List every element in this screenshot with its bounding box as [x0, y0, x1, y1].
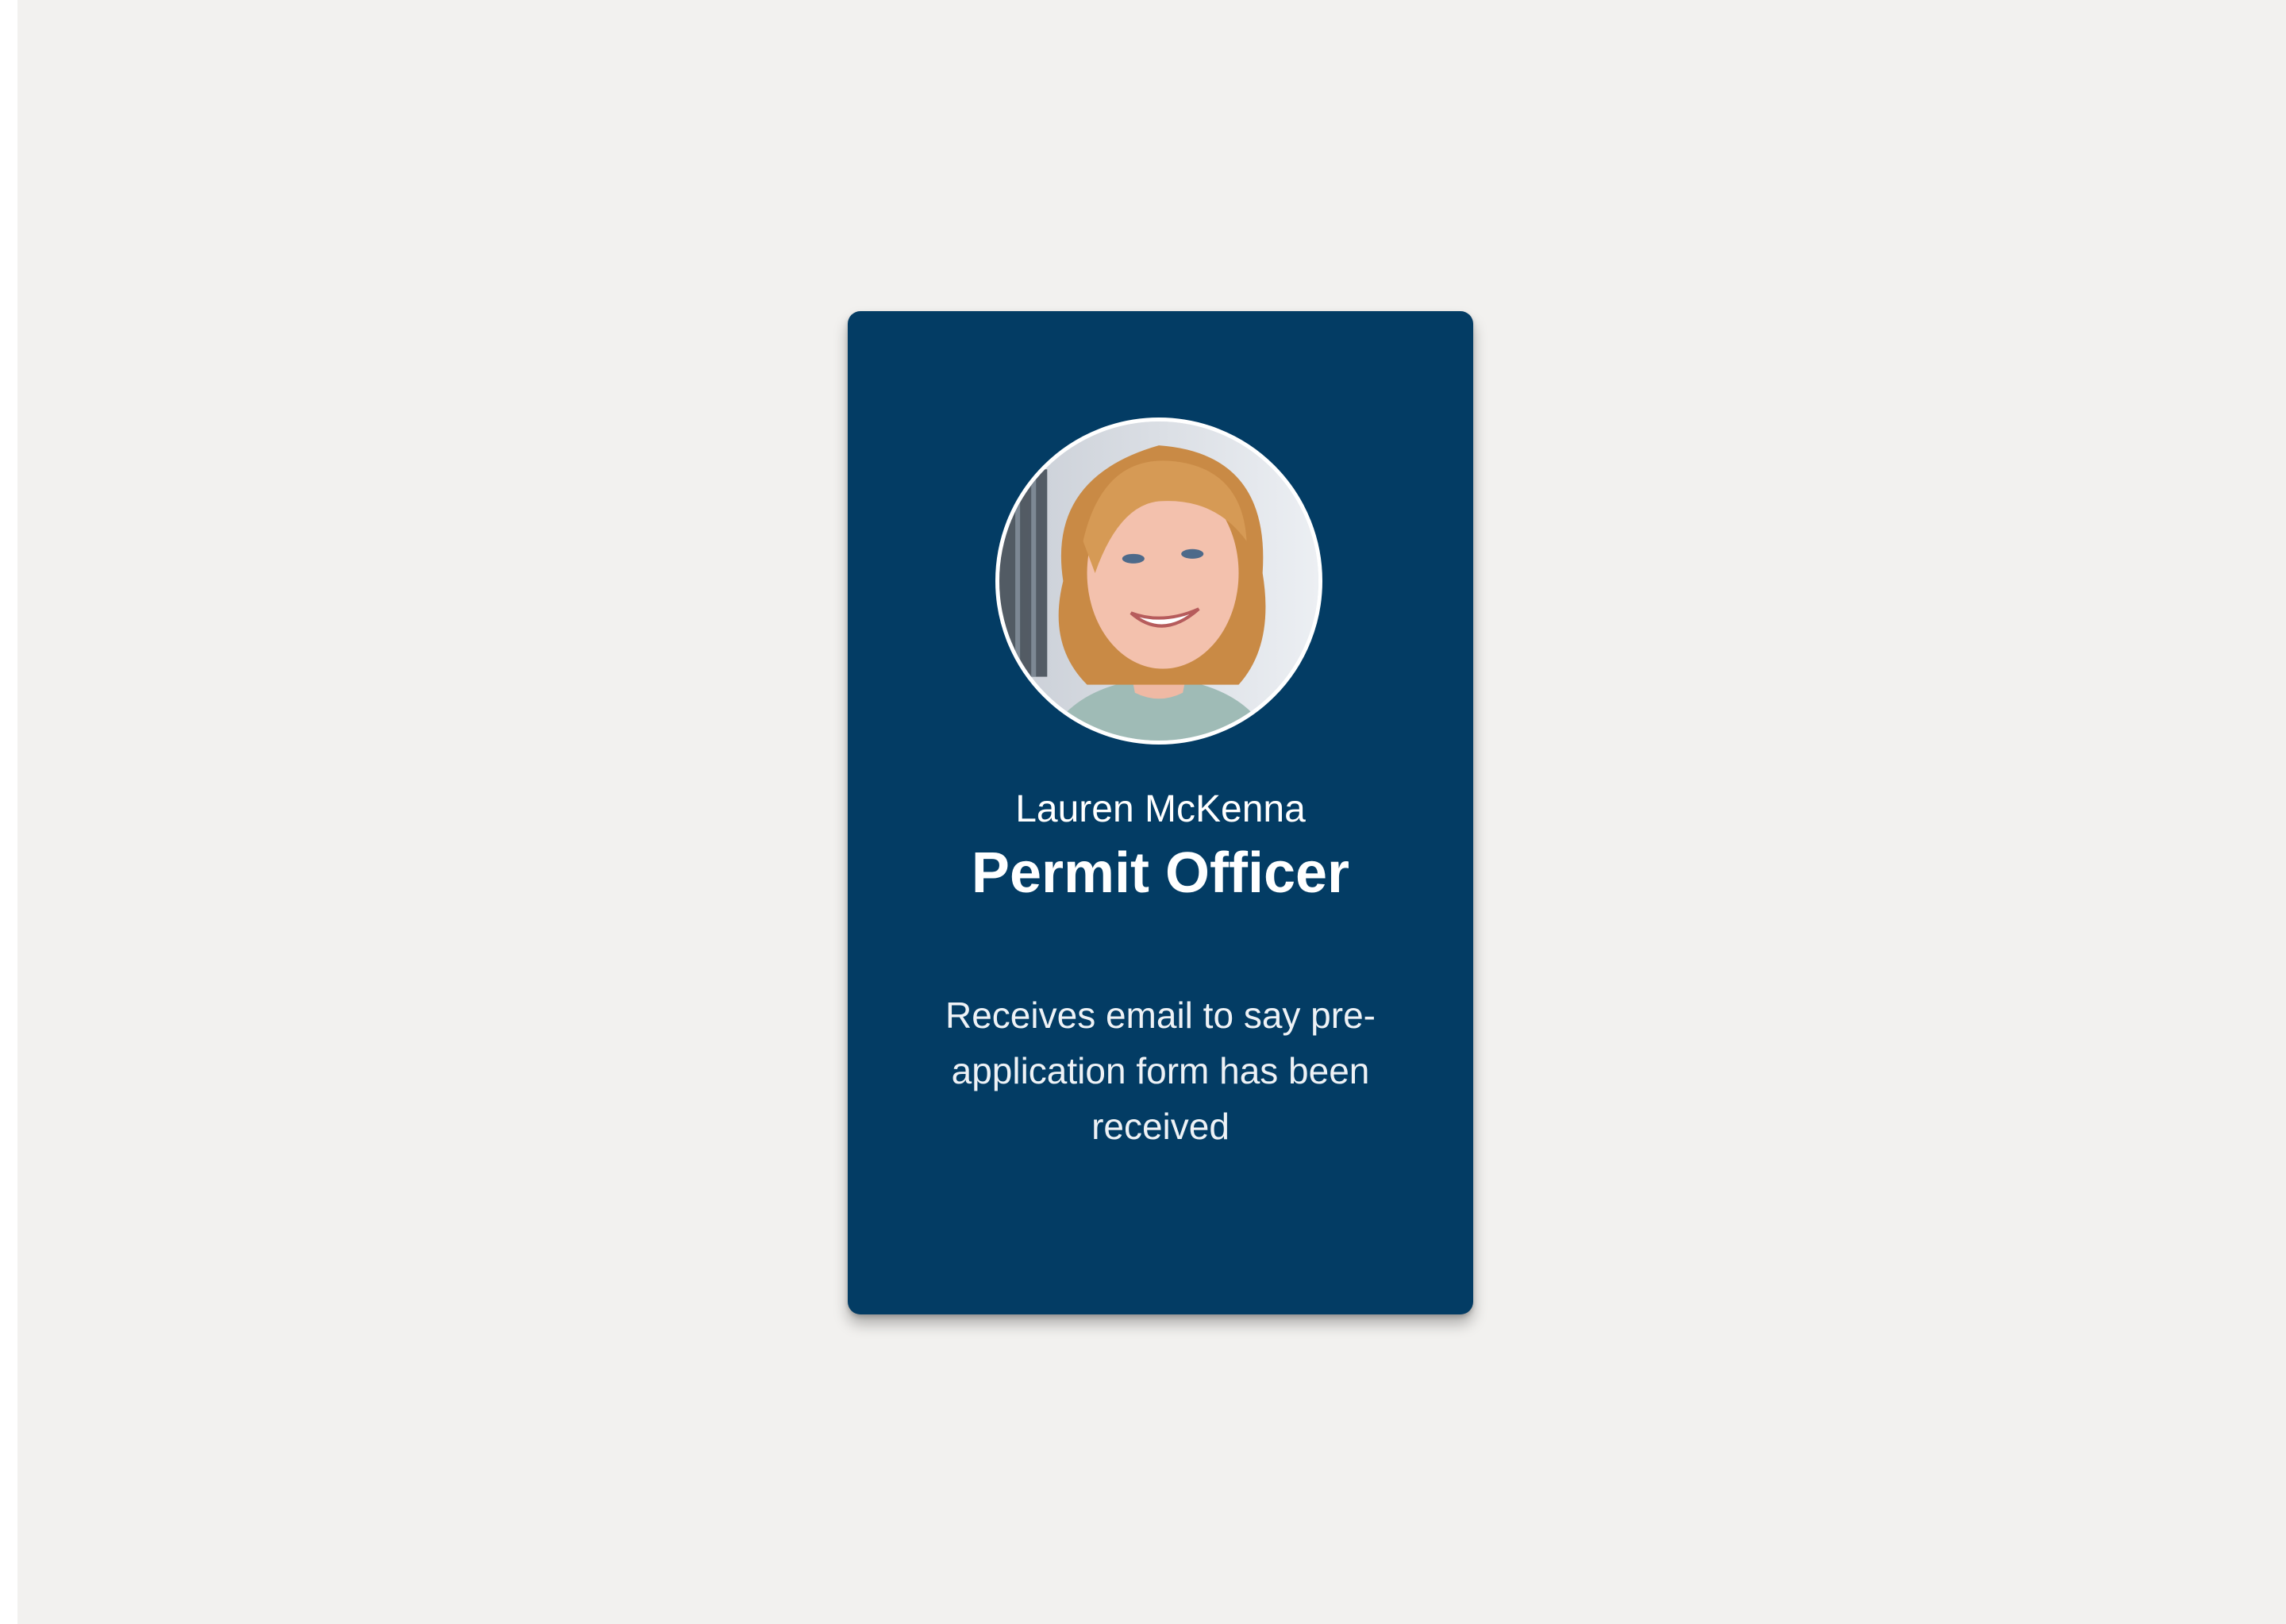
persona-name: Lauren McKenna — [1015, 788, 1306, 830]
avatar — [995, 418, 1322, 745]
persona-role: Permit Officer — [971, 841, 1350, 905]
persona-card: Lauren McKenna Permit Officer Receives e… — [848, 311, 1473, 1314]
person-photo-icon — [999, 421, 1318, 741]
persona-description: Receives email to say pre-application fo… — [945, 995, 1376, 1147]
page-background: Lauren McKenna Permit Officer Receives e… — [17, 0, 2286, 1624]
